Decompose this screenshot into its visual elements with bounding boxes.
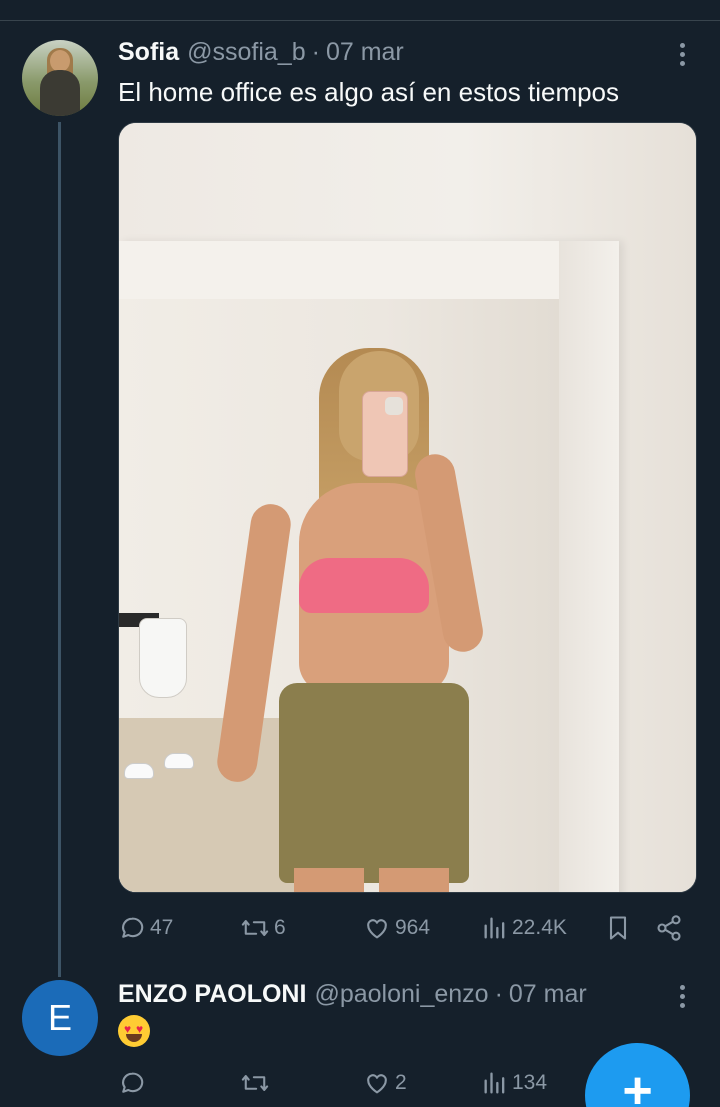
- avatar-figure-body: [40, 70, 80, 116]
- reply-icon: [122, 917, 144, 938]
- photo-top: [299, 558, 429, 613]
- more-dots-icon: [679, 42, 685, 48]
- reply-retweet-button[interactable]: [240, 1068, 270, 1098]
- photo-phone-camera: [385, 397, 403, 415]
- tweet-actions: 47 6 964 22.4K: [118, 913, 688, 943]
- tweet-photo[interactable]: [118, 122, 697, 893]
- avatar-figure-head: [50, 50, 70, 72]
- reply-date[interactable]: 07 mar: [509, 980, 587, 1009]
- views-button[interactable]: 22.4K: [482, 913, 567, 943]
- reply-author-handle[interactable]: @paoloni_enzo: [314, 980, 488, 1009]
- plus-icon: +: [622, 1062, 653, 1107]
- top-divider: [0, 20, 720, 21]
- share-button[interactable]: [655, 913, 683, 943]
- photo-shoe: [164, 753, 194, 769]
- photo-floor: [119, 718, 299, 892]
- reply-views-button[interactable]: 134: [482, 1068, 547, 1098]
- bookmark-icon: [609, 916, 627, 940]
- author-name[interactable]: Sofia: [118, 38, 179, 67]
- photo-leg: [294, 868, 364, 892]
- photo-skirt: [279, 683, 469, 883]
- views-icon: [484, 1072, 505, 1094]
- reply-header: ENZO PAOLONI @paoloni_enzo · 07 mar: [118, 980, 587, 1009]
- share-icon: [657, 915, 681, 941]
- more-dots-icon: [679, 984, 685, 990]
- reply-like-count: 2: [395, 1071, 407, 1094]
- compose-tweet-button[interactable]: +: [585, 1043, 690, 1107]
- tweet-header: Sofia @ssofia_b · 07 mar: [118, 38, 404, 67]
- photo-leg: [379, 868, 449, 892]
- retweet-icon: [241, 920, 269, 936]
- reply-button[interactable]: 47: [118, 913, 173, 943]
- retweet-button[interactable]: 6: [240, 913, 286, 943]
- reply-like-button[interactable]: 2: [363, 1068, 407, 1098]
- author-handle[interactable]: @ssofia_b: [187, 38, 306, 67]
- reply-more-options-button[interactable]: [667, 981, 697, 1011]
- retweet-count: 6: [274, 916, 286, 939]
- reply-icon: [122, 1072, 144, 1093]
- separator-dot: ·: [311, 38, 320, 66]
- retweet-icon: [241, 1075, 269, 1091]
- bookmark-button[interactable]: [605, 913, 631, 943]
- views-icon: [484, 917, 505, 939]
- photo-frame-side: [559, 241, 619, 892]
- avatar-letter: E: [47, 997, 72, 1038]
- photo-shoe: [124, 763, 154, 779]
- thread-connector-line: [58, 122, 61, 977]
- avatar-sofia[interactable]: [22, 40, 98, 116]
- reply-views-count: 134: [512, 1071, 548, 1094]
- heart-eyes-emoji: ♥ ♥: [118, 1015, 150, 1047]
- heart-icon: [367, 1074, 387, 1094]
- tweet-text: El home office es algo así en estos tiem…: [118, 77, 620, 107]
- avatar-enzo[interactable]: E: [22, 980, 98, 1056]
- tweet-date[interactable]: 07 mar: [326, 38, 404, 67]
- separator-dot: ·: [494, 980, 503, 1008]
- photo-chair: [139, 618, 187, 698]
- reply-count: 47: [150, 916, 174, 939]
- views-count: 22.4K: [512, 916, 567, 939]
- heart-icon: [367, 919, 387, 939]
- like-button[interactable]: 964: [363, 913, 430, 943]
- reply-reply-button[interactable]: [118, 1068, 146, 1098]
- like-count: 964: [395, 916, 431, 939]
- reply-author-name[interactable]: ENZO PAOLONI: [118, 980, 306, 1009]
- more-options-button[interactable]: [667, 39, 697, 69]
